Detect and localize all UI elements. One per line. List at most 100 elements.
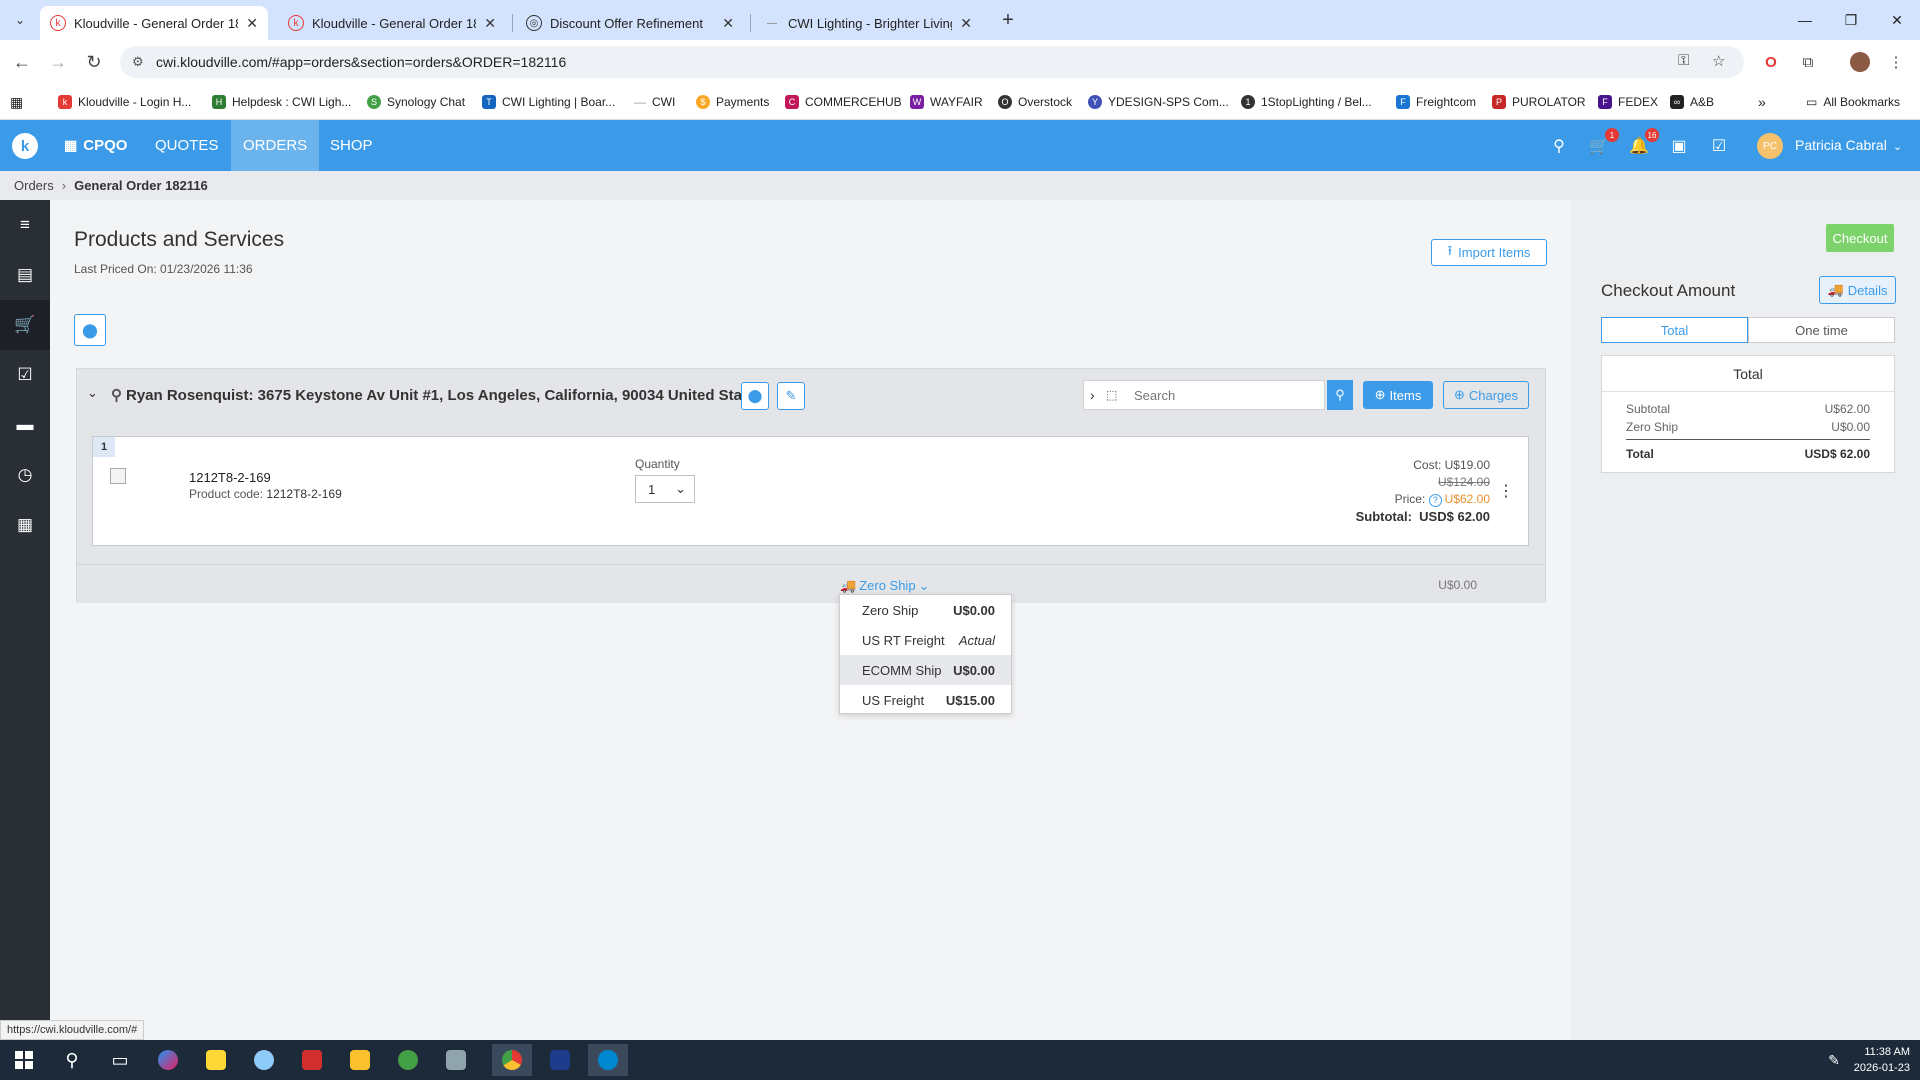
nav-quotes[interactable]: QUOTES	[143, 120, 230, 171]
hamburger-menu-icon[interactable]: ≡	[0, 200, 50, 250]
ship-option-us-freight[interactable]: US Freight U$15.00	[840, 685, 1011, 715]
nav-shop[interactable]: SHOP	[318, 120, 385, 171]
bookmark-wayfair[interactable]: W WAYFAIR	[910, 92, 983, 112]
minimize-icon[interactable]: —	[1782, 0, 1828, 40]
tab-one-time[interactable]: One time	[1748, 317, 1895, 343]
orders-cart-icon[interactable]: 🛒	[0, 300, 50, 350]
bookmark-1stoplighting[interactable]: 1 1StopLighting / Bel...	[1241, 92, 1372, 112]
restore-icon[interactable]: ❐	[1828, 0, 1874, 40]
notifications-bell-icon[interactable]: 🔔 16	[1627, 128, 1659, 158]
search-icon[interactable]: ⚲	[1547, 134, 1571, 158]
calendar-clock-icon[interactable]: ▣	[1667, 134, 1691, 158]
bookmark-ab[interactable]: ∞ A&B	[1670, 92, 1714, 112]
charges-button[interactable]: ⊕ Charges	[1443, 381, 1529, 409]
profile-avatar-icon[interactable]	[1848, 50, 1872, 74]
copilot-icon[interactable]	[148, 1044, 188, 1076]
user-avatar[interactable]: PC	[1757, 133, 1783, 159]
product-name[interactable]: 1212T8-2-169	[189, 470, 271, 485]
import-items-button[interactable]: ⭱ Import Items	[1431, 239, 1547, 266]
system-clock[interactable]: 11:38 AM 2026-01-23	[1854, 1044, 1910, 1076]
tasks-clipboard-icon[interactable]: ☑	[1707, 134, 1731, 158]
nav-orders[interactable]: ORDERS	[231, 120, 320, 171]
all-bookmarks[interactable]: ▭ All Bookmarks	[1806, 92, 1900, 112]
browser-tab-kloudville-181776[interactable]: k Kloudville - General Order 181776 ✕	[278, 6, 506, 40]
bookmark-star-icon[interactable]: ☆	[1712, 52, 1725, 70]
windows-start-icon[interactable]	[4, 1044, 44, 1076]
breadcrumb-orders[interactable]: Orders	[14, 178, 54, 193]
help-question-icon[interactable]: ?	[1428, 494, 1442, 507]
more-options-icon[interactable]: ⋮	[1498, 481, 1514, 501]
checklist-icon[interactable]: ☑	[0, 350, 50, 400]
chrome-icon[interactable]	[492, 1044, 532, 1076]
edit-address-button[interactable]: ✎	[777, 382, 805, 410]
close-tab-icon[interactable]: ✕	[960, 15, 972, 32]
price-value[interactable]: U$62.00	[1445, 492, 1490, 506]
pen-icon[interactable]: ✎	[1814, 1044, 1854, 1076]
snipping-tool-icon[interactable]	[436, 1044, 476, 1076]
items-button[interactable]: ⊕ Items	[1363, 381, 1433, 409]
new-tab-plus-icon[interactable]: +	[996, 8, 1020, 32]
chevron-right-icon[interactable]: ›	[1090, 387, 1106, 403]
back-icon[interactable]: ←	[8, 48, 36, 76]
add-location-pin-button[interactable]: ⬤	[74, 314, 106, 346]
ship-option-ecomm-ship[interactable]: ECOMM Ship U$0.00	[840, 655, 1011, 685]
calendar-icon[interactable]: ▦	[0, 500, 50, 550]
ship-option-us-rt-freight[interactable]: US RT Freight Actual	[840, 625, 1011, 655]
acrobat-icon[interactable]	[292, 1044, 332, 1076]
site-info-icon[interactable]: ⚙	[132, 54, 144, 70]
forward-icon[interactable]: →	[44, 48, 72, 76]
bookmark-kloudville[interactable]: k Kloudville - Login H...	[58, 92, 191, 112]
tab-search-icon[interactable]: ⌄	[8, 8, 32, 32]
sticky-notes-icon[interactable]	[196, 1044, 236, 1076]
more-bookmarks-icon[interactable]: »	[1758, 92, 1766, 112]
paint-icon[interactable]	[244, 1044, 284, 1076]
browser-menu-icon[interactable]: ⋮	[1884, 50, 1908, 74]
bookmark-fedex[interactable]: F FEDEX	[1598, 92, 1658, 112]
extensions-puzzle-icon[interactable]: ⧉	[1796, 50, 1820, 74]
browser-tab-discount-offer[interactable]: ◎ Discount Offer Refinement ✕	[516, 6, 744, 40]
quote-document-icon[interactable]: ▤	[0, 250, 50, 300]
password-key-icon[interactable]: ⚿	[1678, 52, 1689, 69]
opera-extension-icon[interactable]: O	[1759, 50, 1783, 74]
history-clock-icon[interactable]: ◷	[0, 450, 50, 500]
close-tab-icon[interactable]: ✕	[722, 15, 734, 32]
kloudville-logo[interactable]: k	[12, 133, 38, 159]
nav-cpqo[interactable]: ▦ CPQO	[52, 120, 139, 171]
location-pin-button[interactable]: ⬤	[741, 382, 769, 410]
app-q-icon[interactable]	[540, 1044, 580, 1076]
bookmark-purolator[interactable]: P PUROLATOR	[1492, 92, 1586, 112]
search-input[interactable]	[1134, 382, 1324, 408]
ship-option-zero-ship[interactable]: Zero Ship U$0.00	[840, 595, 1011, 625]
collapse-chevron-icon[interactable]: ⌄	[87, 385, 98, 401]
user-menu[interactable]: Patricia Cabral ⌄	[1795, 137, 1902, 153]
chat-icon[interactable]: ▬	[0, 400, 50, 450]
cart-icon[interactable]: 🛒 1	[1587, 128, 1619, 158]
apps-grid-icon[interactable]: ▦	[10, 92, 23, 112]
browser-tab-cwi-lighting[interactable]: — CWI Lighting - Brighter Living. Simpli…	[754, 6, 982, 40]
browser-tab-kloudville-182116[interactable]: k Kloudville - General Order 182116 ✕	[40, 6, 268, 40]
search-icon[interactable]: ⚲	[52, 1044, 92, 1076]
search-button[interactable]: ⚲	[1327, 380, 1353, 410]
close-tab-icon[interactable]: ✕	[484, 15, 496, 32]
bookmark-commercehub[interactable]: C COMMERCEHUB	[785, 92, 902, 112]
checkout-button[interactable]: Checkout	[1826, 224, 1894, 252]
bookmark-payments[interactable]: $ Payments	[696, 92, 769, 112]
bookmark-freightcom[interactable]: F Freightcom	[1396, 92, 1476, 112]
chat-app-icon[interactable]	[388, 1044, 428, 1076]
reload-icon[interactable]: ↻	[80, 48, 108, 76]
bookmark-overstock[interactable]: O Overstock	[998, 92, 1072, 112]
address-bar[interactable]: ⚙ cwi.kloudville.com/#app=orders&section…	[120, 46, 1744, 78]
bookmark-cwi[interactable]: — CWI	[634, 92, 675, 112]
shipping-method-dropdown[interactable]: 🚚 Zero Ship ⌄	[840, 578, 929, 594]
bookmark-synology-chat[interactable]: S Synology Chat	[367, 92, 465, 112]
quantity-select[interactable]: 1 ⌄	[635, 475, 695, 503]
details-button[interactable]: 🚚 Details	[1819, 276, 1896, 304]
file-explorer-icon[interactable]	[340, 1044, 380, 1076]
bookmark-cwi-board[interactable]: T CWI Lighting | Boar...	[482, 92, 615, 112]
close-window-icon[interactable]: ✕	[1874, 0, 1920, 40]
task-view-icon[interactable]: ▭	[100, 1044, 140, 1076]
tab-total[interactable]: Total	[1601, 317, 1748, 343]
bookmark-helpdesk[interactable]: H Helpdesk : CWI Ligh...	[212, 92, 351, 112]
close-tab-icon[interactable]: ✕	[246, 15, 258, 32]
bookmark-ydesign[interactable]: Y YDESIGN-SPS Com...	[1088, 92, 1229, 112]
